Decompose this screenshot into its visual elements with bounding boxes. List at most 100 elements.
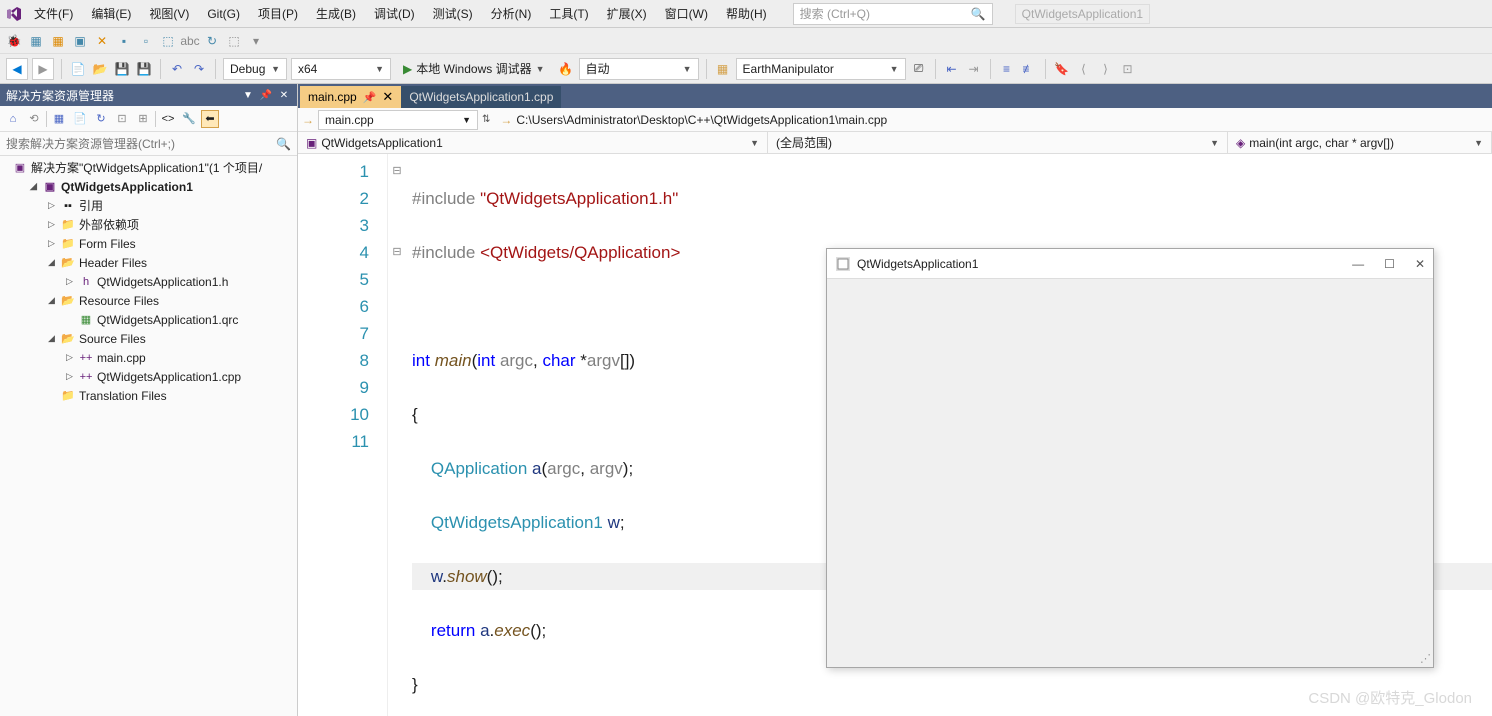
menu-analyze[interactable]: 分析(N)	[483, 1, 540, 26]
save-icon[interactable]: 💾	[113, 60, 131, 78]
pane-dropdown-icon[interactable]: ▼	[241, 88, 255, 102]
quick-search[interactable]: 搜索 (Ctrl+Q) 🔍	[793, 3, 993, 25]
indent-icon[interactable]: ⇤	[943, 60, 961, 78]
expand-icon[interactable]: ▷	[66, 352, 78, 363]
minimize-icon[interactable]: —	[1352, 257, 1364, 271]
maximize-icon[interactable]: ☐	[1384, 257, 1395, 271]
fire-icon[interactable]: 🔥	[557, 60, 575, 78]
menu-window[interactable]: 窗口(W)	[657, 1, 716, 26]
qrc-file-node[interactable]: ▦QtWidgetsApplication1.qrc	[0, 310, 297, 329]
pin-icon[interactable]: 📌	[259, 88, 273, 102]
close-icon[interactable]: ✕	[382, 89, 393, 105]
config-dropdown[interactable]: Debug▼	[223, 58, 287, 80]
header-files-node[interactable]: ◢📂Header Files	[0, 253, 297, 272]
combo-dropdown[interactable]: EarthManipulator▼	[736, 58, 906, 80]
collapse-icon[interactable]: ◢	[30, 181, 42, 192]
tab-main-cpp[interactable]: main.cpp 📌 ✕	[300, 86, 401, 108]
save-all-icon[interactable]: 💾	[135, 60, 153, 78]
expand-icon[interactable]: ▷	[48, 238, 60, 249]
function-scope[interactable]: ◈ main(int argc, char * argv[]) ▼	[1228, 132, 1492, 153]
tool-icon[interactable]: ▦	[50, 33, 66, 49]
undo-icon[interactable]: ↶	[168, 60, 186, 78]
tool-icon[interactable]: 🐞	[6, 33, 22, 49]
tool-icon[interactable]: ⬚	[226, 33, 242, 49]
tab-app-cpp[interactable]: QtWidgetsApplication1.cpp	[401, 86, 561, 108]
close-icon[interactable]: ✕	[1415, 257, 1425, 271]
tool-icon[interactable]: ⟨	[1075, 60, 1093, 78]
global-scope[interactable]: (全局范围) ▼	[768, 132, 1228, 153]
sync-icon[interactable]: ⟲	[25, 110, 43, 128]
menu-debug[interactable]: 调试(D)	[366, 1, 423, 26]
expand-icon[interactable]: ▷	[48, 219, 60, 230]
menu-help[interactable]: 帮助(H)	[718, 1, 775, 26]
tool-icon[interactable]: 📄	[71, 110, 89, 128]
menu-project[interactable]: 项目(P)	[250, 1, 306, 26]
solution-search[interactable]: 🔍	[0, 132, 297, 156]
external-deps-node[interactable]: ▷📁外部依赖项	[0, 215, 297, 234]
tool-icon[interactable]: ⟩	[1097, 60, 1115, 78]
start-debug-button[interactable]: ▶ 本地 Windows 调试器 ▼	[395, 60, 553, 77]
resource-files-node[interactable]: ◢📂Resource Files	[0, 291, 297, 310]
main-cpp-node[interactable]: ▷++main.cpp	[0, 348, 297, 367]
tool-icon[interactable]: ▾	[248, 33, 264, 49]
project-node[interactable]: ◢▣QtWidgetsApplication1	[0, 177, 297, 196]
solution-node[interactable]: ▣解决方案"QtWidgetsApplication1"(1 个项目/	[0, 158, 297, 177]
tool-icon[interactable]: ▫	[138, 33, 154, 49]
home-icon[interactable]: ⌂	[4, 110, 22, 128]
comment-icon[interactable]: ≡	[998, 60, 1016, 78]
menu-tools[interactable]: 工具(T)	[541, 1, 596, 26]
code-icon[interactable]: <>	[159, 110, 177, 128]
uncomment-icon[interactable]: ≢	[1020, 60, 1038, 78]
tool-icon[interactable]: ⊡	[113, 110, 131, 128]
project-scope[interactable]: ▣ QtWidgetsApplication1 ▼	[298, 132, 768, 153]
nav-forward-button[interactable]: ▶	[32, 58, 54, 80]
tool-icon[interactable]: ▦	[50, 110, 68, 128]
swap-icon[interactable]: ⇅	[482, 114, 490, 125]
menu-file[interactable]: 文件(F)	[26, 1, 81, 26]
close-icon[interactable]: ✕	[277, 88, 291, 102]
menu-extensions[interactable]: 扩展(X)	[599, 1, 655, 26]
expand-icon[interactable]: ▷	[66, 276, 78, 287]
qt-titlebar[interactable]: QtWidgetsApplication1 — ☐ ✕	[827, 249, 1433, 279]
fold-toggle[interactable]: ⊟	[388, 239, 406, 266]
tool-icon[interactable]: ▦	[714, 60, 732, 78]
fold-toggle[interactable]: ⊟	[388, 158, 406, 185]
resize-grip-icon[interactable]: ⋰	[1420, 652, 1431, 665]
tool-icon[interactable]: ✕	[94, 33, 110, 49]
auto-dropdown[interactable]: 自动▼	[579, 58, 699, 80]
tool-icon[interactable]: ▣	[72, 33, 88, 49]
qt-app-window[interactable]: QtWidgetsApplication1 — ☐ ✕ ⋰	[826, 248, 1434, 668]
collapse-icon[interactable]: ◢	[48, 295, 60, 306]
tool-icon[interactable]: ▪	[116, 33, 132, 49]
menu-build[interactable]: 生成(B)	[308, 1, 364, 26]
pin-icon[interactable]: 📌	[363, 91, 377, 104]
refresh-icon[interactable]: ↻	[92, 110, 110, 128]
expand-icon[interactable]: ▷	[48, 200, 60, 211]
bookmark-icon[interactable]: 🔖	[1053, 60, 1071, 78]
tool-icon[interactable]: ⊞	[134, 110, 152, 128]
new-icon[interactable]: 📄	[69, 60, 87, 78]
tool-icon[interactable]: ⎚	[910, 60, 928, 78]
nav-back-button[interactable]: ◀	[6, 58, 28, 80]
solution-search-input[interactable]	[6, 137, 276, 151]
tool-icon[interactable]: ⬚	[160, 33, 176, 49]
form-files-node[interactable]: ▷📁Form Files	[0, 234, 297, 253]
platform-dropdown[interactable]: x64▼	[291, 58, 391, 80]
expand-icon[interactable]: ▷	[66, 371, 78, 382]
collapse-icon[interactable]: ◢	[48, 333, 60, 344]
nav-arrow-icon[interactable]: →	[302, 113, 314, 127]
open-icon[interactable]: 📂	[91, 60, 109, 78]
menu-view[interactable]: 视图(V)	[141, 1, 197, 26]
tool-icon[interactable]: abc	[182, 33, 198, 49]
collapse-icon[interactable]: ◢	[48, 257, 60, 268]
menu-edit[interactable]: 编辑(E)	[83, 1, 139, 26]
menu-test[interactable]: 测试(S)	[425, 1, 481, 26]
menu-git[interactable]: Git(G)	[199, 3, 248, 25]
redo-icon[interactable]: ↷	[190, 60, 208, 78]
wrench-icon[interactable]: 🔧	[180, 110, 198, 128]
header-file-node[interactable]: ▷hQtWidgetsApplication1.h	[0, 272, 297, 291]
tool-icon[interactable]: ⊡	[1119, 60, 1137, 78]
view-toggle-icon[interactable]: ⬅	[201, 110, 219, 128]
tool-icon[interactable]: ▦	[28, 33, 44, 49]
references-node[interactable]: ▷▪▪引用	[0, 196, 297, 215]
